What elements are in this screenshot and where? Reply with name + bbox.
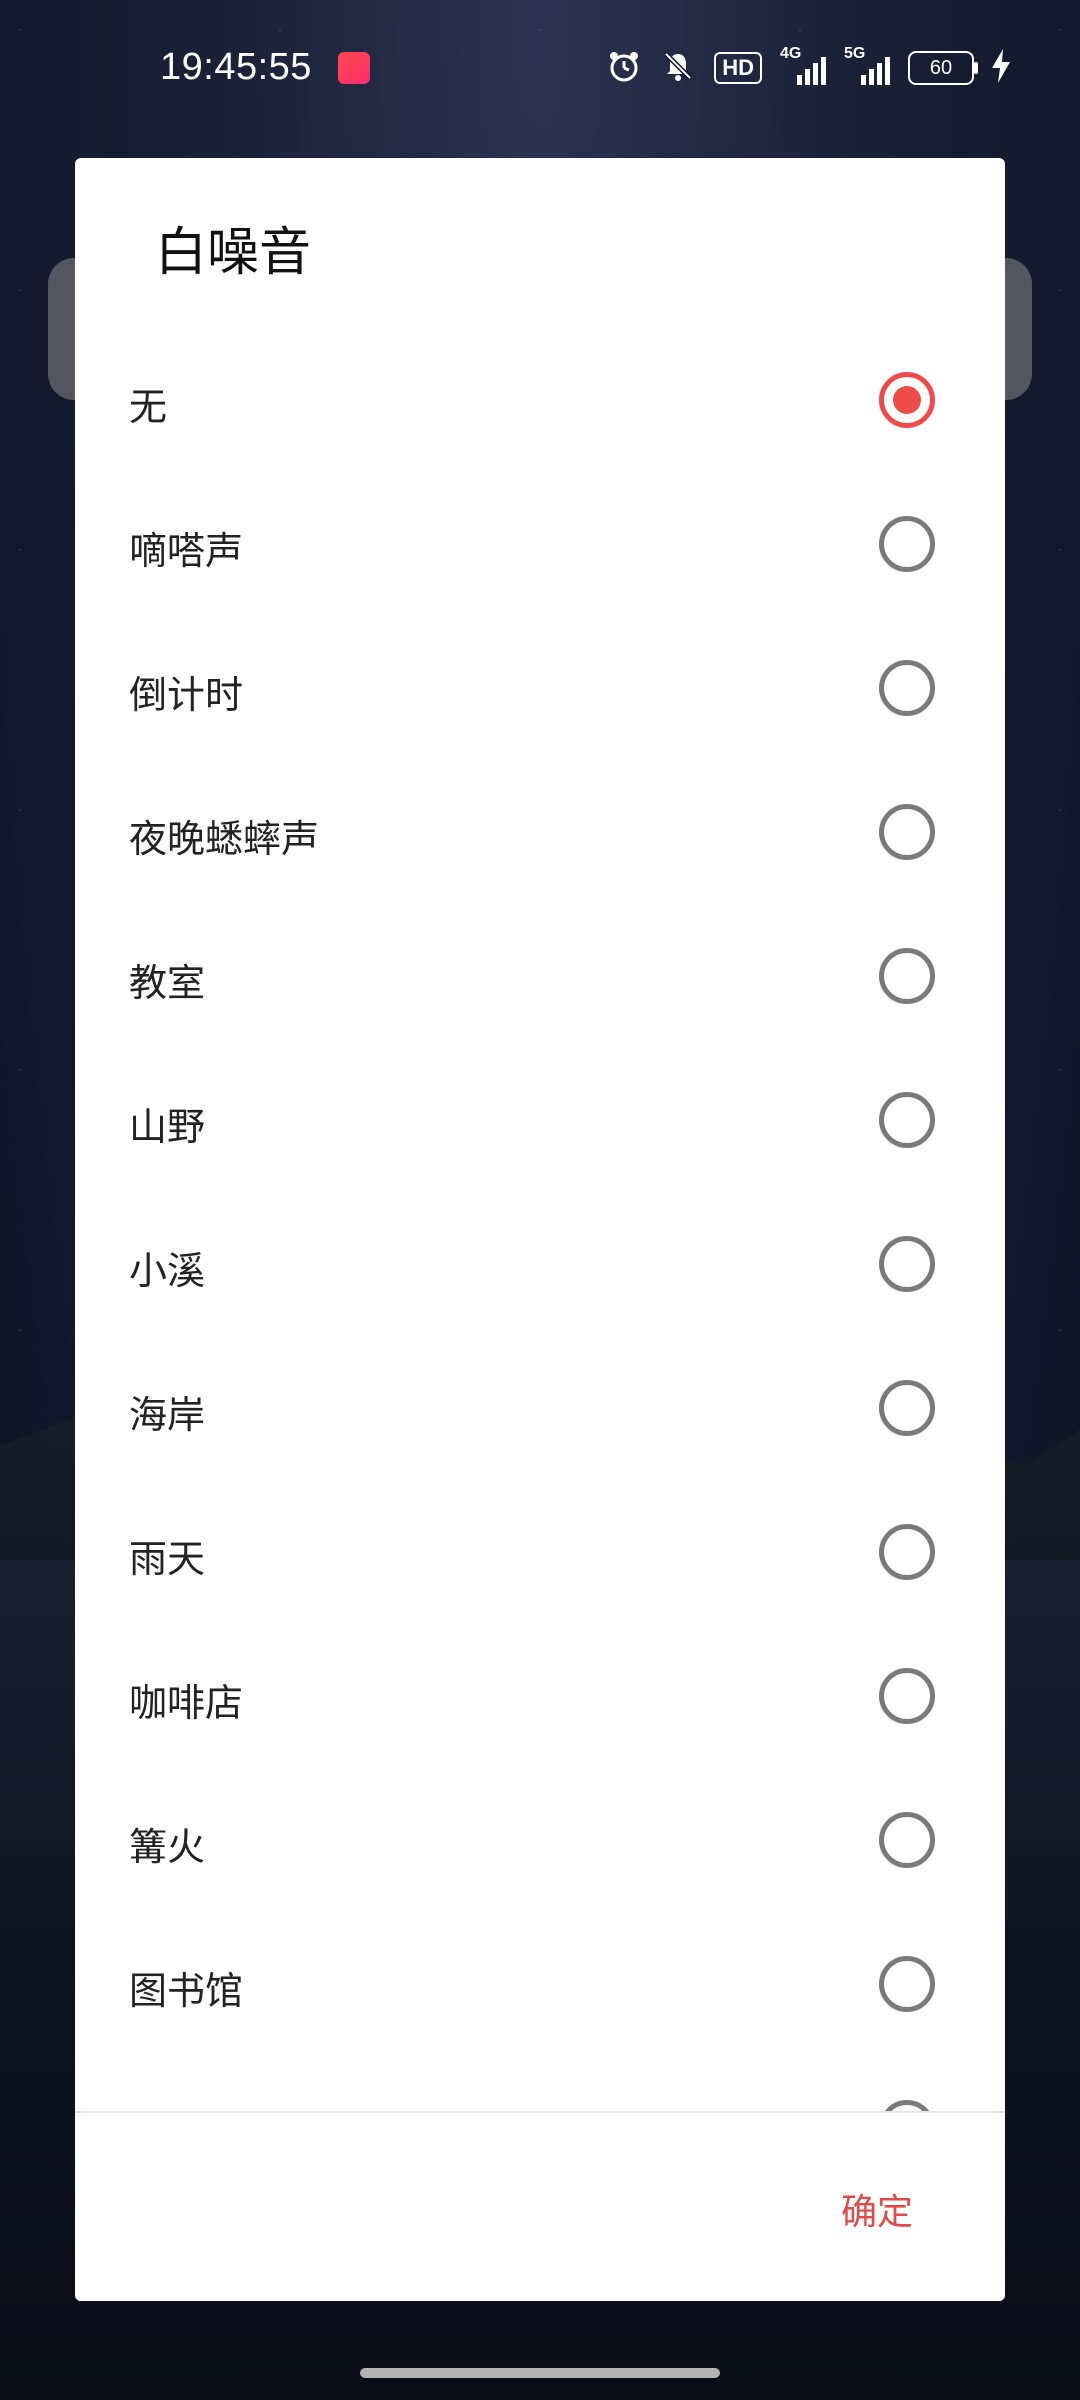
radio-unchecked-icon[interactable] [879,804,935,860]
status-bar: 19:45:55 HD 4G 5G 60 [0,0,1080,140]
option-night-crickets[interactable]: 夜晚蟋蟀声 [75,762,1005,906]
radio-unchecked-icon[interactable] [879,948,935,1004]
option-label: 小溪 [129,1249,206,1293]
option-label: 咖啡店 [129,1681,244,1725]
option-label: 教室 [129,961,206,1005]
mute-bell-icon [660,48,696,88]
option-label: 海岸 [129,1393,206,1437]
charging-icon [992,49,1010,87]
alarm-icon [606,48,642,88]
option-none[interactable]: 无 [75,330,1005,474]
radio-unchecked-icon[interactable] [879,1524,935,1580]
signal-4g-icon: 4G [780,45,826,85]
option-label: 夜晚蟋蟀声 [129,817,320,861]
option-wilderness[interactable]: 山野 [75,1050,1005,1194]
option-rainy-day[interactable]: 雨天 [75,1482,1005,1626]
option-label: 山野 [129,1105,206,1149]
radio-unchecked-icon[interactable] [879,1956,935,2012]
option-label: 图书馆 [129,1969,244,2013]
radio-unchecked-icon[interactable] [879,1668,935,1724]
option-label: 雨天 [129,1537,206,1581]
radio-unchecked-icon[interactable] [879,1812,935,1868]
option-campfire[interactable]: 篝火 [75,1770,1005,1914]
app-notification-icon [338,52,370,84]
option-coast[interactable]: 海岸 [75,1338,1005,1482]
option-label: 无 [129,385,168,429]
radio-unchecked-icon[interactable] [879,660,935,716]
home-indicator[interactable] [360,2368,720,2378]
option-ticking[interactable]: 嘀嗒声 [75,474,1005,618]
radio-unchecked-icon[interactable] [879,1092,935,1148]
option-classroom[interactable]: 教室 [75,906,1005,1050]
ok-button[interactable]: 确定 [841,2183,913,2235]
radio-checked-icon[interactable] [879,372,935,428]
option-label: 倒计时 [129,673,244,717]
signal-5g-icon: 5G [844,45,890,85]
option-label: 篝火 [129,1825,206,1869]
hd-voice-icon: HD [714,52,762,84]
radio-unchecked-icon[interactable] [879,1236,935,1292]
white-noise-dialog: 白噪音 无 嘀嗒声 倒计时 夜晚蟋蟀声 教室 山野 小溪 海岸 雨天 咖啡店 篝… [75,158,1005,2301]
options-list[interactable]: 无 嘀嗒声 倒计时 夜晚蟋蟀声 教室 山野 小溪 海岸 雨天 咖啡店 篝火 图书… [75,330,1005,2270]
battery-indicator: 60 [908,51,978,85]
option-label: 嘀嗒声 [129,529,244,573]
dialog-title: 白噪音 [155,223,312,283]
option-countdown[interactable]: 倒计时 [75,618,1005,762]
status-icons: HD 4G 5G 60 [606,45,1010,88]
option-cafe[interactable]: 咖啡店 [75,1626,1005,1770]
option-library[interactable]: 图书馆 [75,1914,1005,2058]
radio-unchecked-icon[interactable] [879,1380,935,1436]
radio-unchecked-icon[interactable] [879,516,935,572]
dialog-footer: 确定 [75,2111,1005,2301]
status-time: 19:45:55 [160,46,312,88]
option-stream[interactable]: 小溪 [75,1194,1005,1338]
